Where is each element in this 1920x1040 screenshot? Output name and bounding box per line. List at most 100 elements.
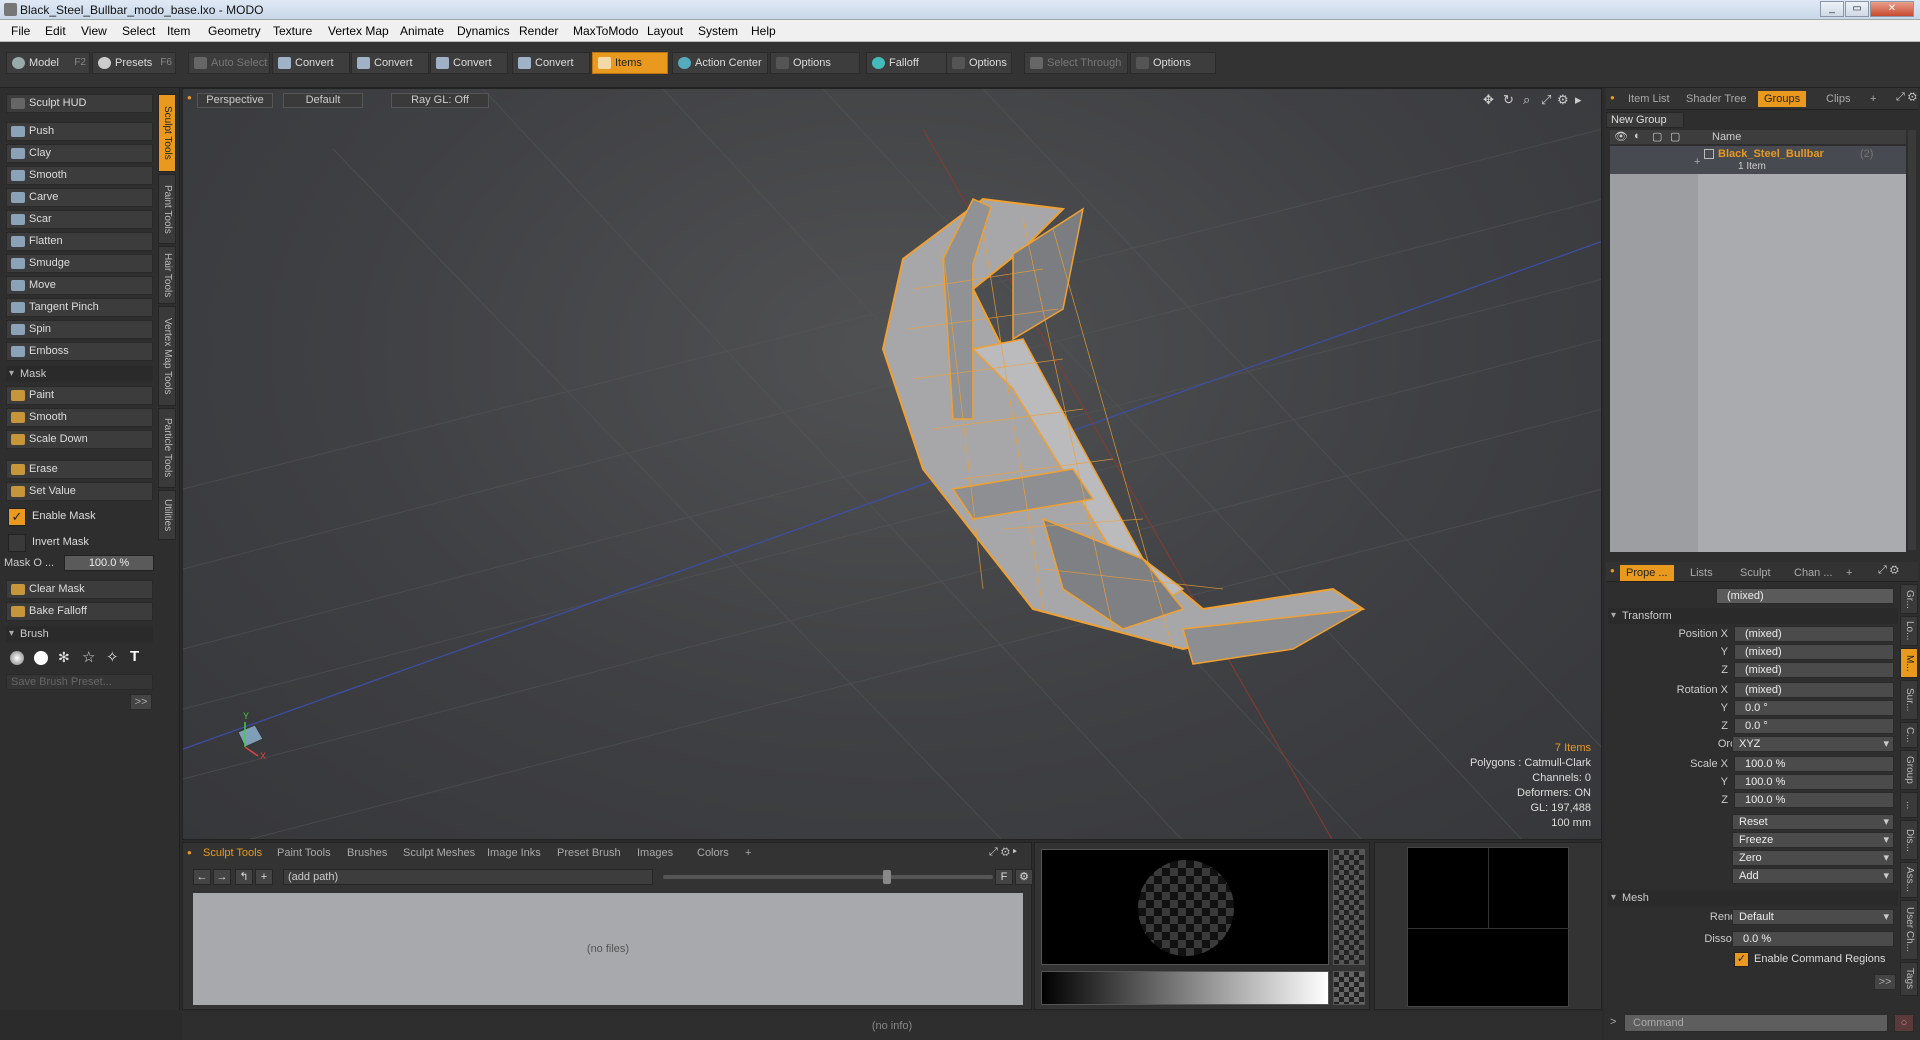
mask-section-header[interactable]: Mask [6, 366, 153, 382]
back-arrow-icon[interactable]: ← [193, 869, 211, 885]
command-input[interactable]: Command [1624, 1014, 1888, 1032]
auto-select-button[interactable]: Auto Select [188, 52, 270, 74]
scale-x-field[interactable]: 100.0 % [1734, 756, 1894, 772]
zero-dropdown[interactable]: Zero [1732, 850, 1894, 866]
position-y-field[interactable]: (mixed) [1734, 644, 1894, 660]
new-group-button[interactable]: New Group [1606, 112, 1684, 128]
add-path-icon[interactable]: + [255, 869, 273, 885]
vtab-sculpt-tools[interactable]: Sculpt Tools [158, 94, 176, 172]
convert-materials-button[interactable]: Convert [512, 52, 590, 74]
ramp-swatch[interactable] [1333, 971, 1365, 1005]
tab-shader-tree[interactable]: Shader Tree [1680, 91, 1753, 107]
select-icon[interactable]: ▢ [1670, 130, 1680, 143]
hard-brush-icon[interactable] [34, 651, 48, 665]
menu-select[interactable]: Select [122, 24, 155, 38]
gradient-ramp[interactable] [1041, 971, 1329, 1005]
side-tab-tags[interactable]: Tags [1900, 962, 1918, 996]
menu-file[interactable]: File [11, 24, 30, 38]
browser-menu-dot[interactable]: ● [187, 848, 192, 857]
record-icon[interactable]: ○ [1894, 1014, 1914, 1032]
scale-z-field[interactable]: 100.0 % [1734, 792, 1894, 808]
parent-folder-icon[interactable]: ↰ [235, 869, 253, 885]
dissolve-field[interactable]: 0.0 % [1732, 931, 1894, 947]
browser-tab-image-inks[interactable]: Image Inks [487, 847, 541, 859]
bake-falloff-button[interactable]: Bake Falloff [6, 602, 153, 621]
tool-move[interactable]: Move [6, 276, 153, 295]
browser-tab-colors[interactable]: Colors [697, 847, 729, 859]
vtab-paint-tools[interactable]: Paint Tools [158, 174, 176, 244]
menu-item[interactable]: Item [167, 24, 190, 38]
slider-handle[interactable] [883, 870, 891, 884]
tab-channels[interactable]: Chan ... [1788, 565, 1839, 581]
menu-maxtomodo[interactable]: MaxToModo [573, 24, 638, 38]
menu-dynamics[interactable]: Dynamics [457, 24, 510, 38]
panel-expand-icon[interactable]: ⤢ ⚙ [1878, 564, 1899, 577]
tab-lists[interactable]: Lists [1684, 565, 1719, 581]
tab-item-list[interactable]: Item List [1622, 91, 1676, 107]
side-tab-gr[interactable]: Gr... [1900, 584, 1918, 614]
falloff-button[interactable]: Falloff [866, 52, 948, 74]
vtab-hair-tools[interactable]: Hair Tools [158, 246, 176, 304]
menu-layout[interactable]: Layout [647, 24, 683, 38]
uv-preview[interactable] [1407, 847, 1570, 1007]
convert-edges-button[interactable]: Convert [351, 52, 429, 74]
tab-properties[interactable]: Prope ... [1620, 565, 1674, 581]
file-list-area[interactable]: (no files) [193, 893, 1023, 1005]
menu-edit[interactable]: Edit [45, 24, 66, 38]
reset-dropdown[interactable]: Reset [1732, 814, 1894, 830]
add-tab-button[interactable]: + [745, 847, 751, 859]
menu-vertex-map[interactable]: Vertex Map [328, 24, 389, 38]
model-mode-button[interactable]: Model F2 [6, 52, 90, 74]
rotation-x-field[interactable]: (mixed) [1734, 682, 1894, 698]
side-tab-more[interactable]: ... [1900, 792, 1918, 818]
side-tab-lo[interactable]: Lo... [1900, 616, 1918, 646]
panel-menu-dot[interactable]: ● [1610, 93, 1615, 102]
action-center-options-button[interactable]: Options [770, 52, 860, 74]
side-tab-group[interactable]: Group [1900, 750, 1918, 790]
tool-spin[interactable]: Spin [6, 320, 153, 339]
transform-section-header[interactable]: Transform [1608, 608, 1898, 624]
browser-tab-sculpt-tools[interactable]: Sculpt Tools [203, 847, 262, 859]
browser-tab-sculpt-meshes[interactable]: Sculpt Meshes [403, 847, 475, 859]
items-mode-button[interactable]: Items [592, 52, 668, 74]
menu-texture[interactable]: Texture [273, 24, 312, 38]
brush-section-header[interactable]: Brush [6, 626, 153, 642]
add-tab-button[interactable]: + [1840, 565, 1858, 581]
panel-expand-icon[interactable]: ⤢ ⚙ [1896, 91, 1917, 104]
panel-menu-dot[interactable]: ● [1610, 566, 1615, 575]
mask-paint-button[interactable]: Paint [6, 386, 153, 405]
menu-system[interactable]: System [698, 24, 738, 38]
brush-alpha-strip[interactable] [1333, 849, 1365, 965]
tool-scar[interactable]: Scar [6, 210, 153, 229]
group-row[interactable]: + Black_Steel_Bullbar (2) 1 Item [1610, 146, 1906, 174]
browser-tab-brushes[interactable]: Brushes [347, 847, 387, 859]
filter-button[interactable]: F [995, 869, 1013, 885]
star-brush-icon[interactable]: ☆ [82, 648, 95, 666]
convert-vertices-button[interactable]: Convert [272, 52, 350, 74]
mask-set-value-button[interactable]: Set Value [6, 482, 153, 501]
render-dropdown[interactable]: Default [1732, 909, 1894, 925]
name-field[interactable]: (mixed) [1716, 588, 1894, 604]
side-tab-c[interactable]: C... [1900, 722, 1918, 748]
vtab-utilities[interactable]: Utilities [158, 490, 176, 540]
tool-smudge[interactable]: Smudge [6, 254, 153, 273]
side-tab-sur[interactable]: Sur... [1900, 680, 1918, 720]
position-x-field[interactable]: (mixed) [1734, 626, 1894, 642]
forward-arrow-icon[interactable]: → [213, 869, 231, 885]
menu-view[interactable]: View [81, 24, 107, 38]
tool-smooth[interactable]: Smooth [6, 166, 153, 185]
mask-scale-down-button[interactable]: Scale Down [6, 430, 153, 449]
rotation-y-field[interactable]: 0.0 ° [1734, 700, 1894, 716]
tool-carve[interactable]: Carve [6, 188, 153, 207]
rotation-order-dropdown[interactable]: XYZ [1732, 736, 1894, 752]
side-tab-ass[interactable]: Ass... [1900, 862, 1918, 898]
tool-clay[interactable]: Clay [6, 144, 153, 163]
enable-command-regions-checkbox[interactable]: ✓ [1734, 952, 1749, 967]
clear-mask-button[interactable]: Clear Mask [6, 580, 153, 599]
more-properties-button[interactable]: >> [1874, 974, 1896, 990]
select-options-button[interactable]: Options [1130, 52, 1216, 74]
bullbar-model[interactable] [881, 197, 1366, 665]
maximize-button[interactable]: ▭ [1845, 1, 1869, 17]
tool-push[interactable]: Push [6, 122, 153, 141]
add-dropdown[interactable]: Add [1732, 868, 1894, 884]
